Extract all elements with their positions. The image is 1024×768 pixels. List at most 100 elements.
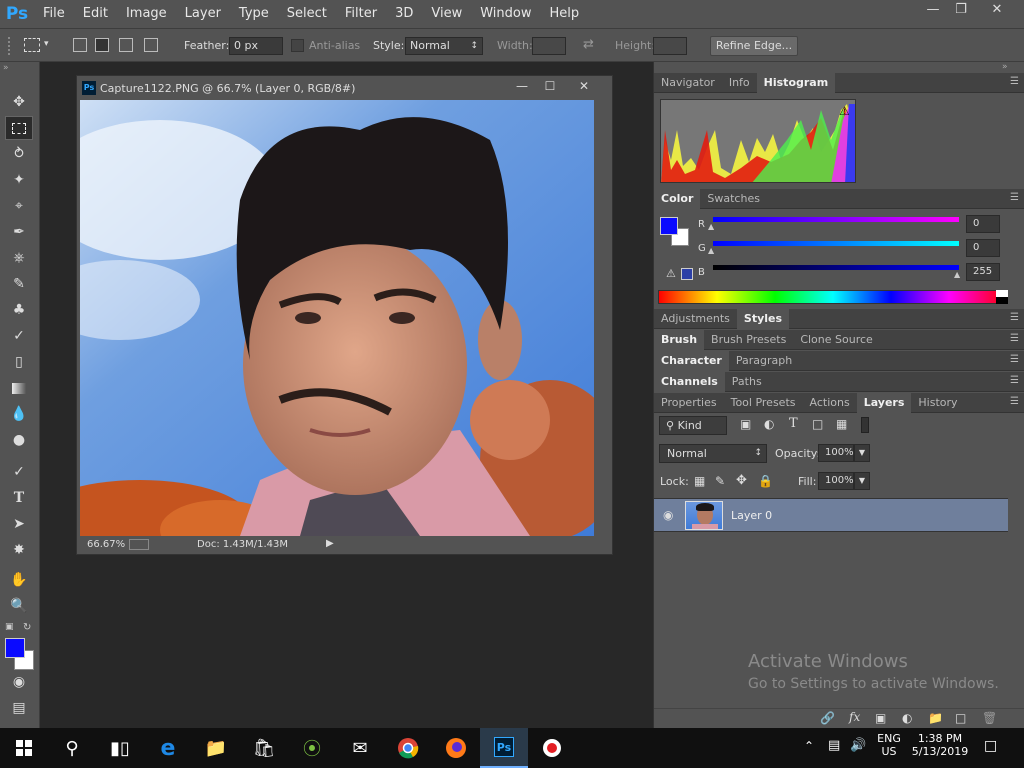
r-slider[interactable] [713, 217, 959, 222]
eyedropper-icon[interactable]: ✒ [5, 220, 33, 244]
doc-close-icon[interactable]: ✕ [573, 79, 595, 97]
menu-file[interactable]: File [34, 0, 74, 28]
zoom-level[interactable]: 66.67% [87, 539, 125, 550]
chevron-down-icon[interactable]: ▾ [44, 39, 49, 49]
task-view-icon[interactable]: ▮▯ [96, 728, 144, 768]
intersect-selection-icon[interactable] [144, 38, 158, 52]
lock-pixels-icon[interactable]: ✎ [715, 474, 725, 488]
recorder-icon[interactable] [528, 728, 576, 768]
volume-icon[interactable]: 🔊 [850, 738, 866, 753]
panel-menu-icon[interactable]: ☰ [1010, 312, 1019, 323]
mail-icon[interactable]: ✉ [336, 728, 384, 768]
menu-3d[interactable]: 3D [386, 0, 422, 28]
lock-position-icon[interactable]: ✥ [736, 473, 747, 488]
tab-actions[interactable]: Actions [803, 393, 857, 413]
restore-icon[interactable]: ❐ [944, 0, 978, 22]
tab-clone-source[interactable]: Clone Source [793, 330, 879, 350]
language-indicator[interactable]: ENG US [877, 732, 901, 758]
shape-filter-icon[interactable]: □ [812, 417, 823, 431]
subtract-selection-icon[interactable] [119, 38, 133, 52]
menu-layer[interactable]: Layer [176, 0, 230, 28]
b-slider-handle-icon[interactable]: ▲ [954, 270, 960, 279]
lock-all-icon[interactable]: 🔒 [758, 474, 773, 488]
tab-adjustments[interactable]: Adjustments [654, 309, 737, 329]
new-layer-icon[interactable]: □ [955, 711, 966, 725]
link-layers-icon[interactable]: 🔗 [820, 711, 835, 725]
path-selection-icon[interactable]: ➤ [5, 512, 33, 536]
opacity-value[interactable]: 100% [818, 444, 854, 462]
g-value[interactable]: 0 [966, 239, 1000, 257]
magic-wand-icon[interactable]: ✦ [5, 168, 33, 192]
new-group-icon[interactable]: 📁 [928, 711, 943, 725]
r-slider-handle-icon[interactable]: ▲ [708, 222, 714, 231]
move-tool-icon[interactable]: ✥ [5, 90, 33, 114]
tab-history[interactable]: History [911, 393, 964, 413]
type-filter-icon[interactable]: T [789, 416, 798, 431]
color-spectrum-bar[interactable] [658, 290, 1008, 304]
fill-dropdown-icon[interactable]: ▼ [854, 472, 870, 490]
menu-filter[interactable]: Filter [336, 0, 386, 28]
fill-value[interactable]: 100% [818, 472, 854, 490]
filter-toggle[interactable] [861, 417, 869, 433]
tab-properties[interactable]: Properties [654, 393, 724, 413]
gradient-tool-icon[interactable] [5, 376, 33, 400]
panel-menu-icon[interactable]: ☰ [1010, 354, 1019, 365]
antialias-checkbox[interactable] [291, 39, 304, 52]
delete-layer-icon[interactable]: 🗑 [982, 711, 997, 725]
store-icon[interactable]: 🛍 [240, 728, 288, 768]
color-fg-swatch[interactable] [660, 217, 678, 235]
width-input[interactable] [532, 37, 566, 55]
tab-channels[interactable]: Channels [654, 371, 725, 392]
r-value[interactable]: 0 [966, 215, 1000, 233]
dodge-tool-icon[interactable]: ● [5, 428, 33, 452]
gamut-swatch[interactable] [681, 268, 693, 280]
collapse-icon[interactable]: » [3, 63, 9, 73]
b-value[interactable]: 255 [966, 263, 1000, 281]
clock[interactable]: 1:38 PM 5/13/2019 [910, 732, 970, 758]
marquee-tool-icon[interactable] [5, 116, 33, 140]
edge-browser-icon[interactable]: e [144, 728, 192, 768]
firefox-icon[interactable] [432, 728, 480, 768]
tab-navigator[interactable]: Navigator [654, 73, 722, 93]
healing-brush-icon[interactable]: ⎈ [5, 246, 33, 270]
smart-filter-icon[interactable]: ▦ [836, 417, 847, 431]
zoom-tool-icon[interactable]: 🔍 [5, 594, 33, 618]
lasso-tool-icon[interactable]: ⥁ [5, 142, 33, 166]
clone-stamp-icon[interactable]: ♣ [5, 298, 33, 322]
swap-colors-icon[interactable]: ↻ [23, 622, 31, 633]
b-slider[interactable] [713, 265, 959, 270]
foreground-color-swatch[interactable] [5, 638, 25, 658]
panel-menu-icon[interactable]: ☰ [1010, 192, 1019, 203]
windows-start-icon[interactable] [0, 728, 48, 768]
menu-image[interactable]: Image [117, 0, 176, 28]
menu-edit[interactable]: Edit [74, 0, 117, 28]
shape-tool-icon[interactable]: ✸ [5, 538, 33, 562]
adjustment-layer-icon[interactable]: ◐ [902, 711, 912, 725]
blur-tool-icon[interactable]: 💧 [5, 402, 33, 426]
tab-info[interactable]: Info [722, 73, 757, 93]
visibility-eye-icon[interactable]: ◉ [663, 508, 673, 522]
tab-styles[interactable]: Styles [736, 308, 790, 329]
black-white-swatch[interactable] [996, 290, 1008, 304]
chevron-up-icon[interactable]: ⌃ [804, 739, 814, 753]
crop-tool-icon[interactable]: ⌖ [5, 194, 33, 218]
type-tool-icon[interactable]: T [5, 486, 33, 510]
search-icon[interactable]: ⚲ [48, 728, 96, 768]
default-colors-icon[interactable]: ▣ [5, 622, 14, 632]
tab-layers[interactable]: Layers [856, 392, 912, 413]
green-app-icon[interactable]: ⦿ [288, 728, 336, 768]
history-brush-icon[interactable]: ✓ [5, 324, 33, 348]
doc-minimize-icon[interactable]: — [511, 79, 533, 97]
kind-filter-select[interactable]: ⚲ Kind [659, 416, 727, 435]
status-menu-arrow-icon[interactable]: ▶ [326, 538, 334, 549]
tab-brush[interactable]: Brush [654, 329, 705, 350]
add-selection-icon[interactable] [95, 38, 109, 52]
g-slider-handle-icon[interactable]: ▲ [708, 246, 714, 255]
swap-icon[interactable]: ⇄ [583, 37, 594, 52]
eraser-tool-icon[interactable]: ▯ [5, 350, 33, 374]
feather-input[interactable]: 0 px [229, 37, 283, 55]
menu-help[interactable]: Help [541, 0, 589, 28]
menu-type[interactable]: Type [230, 0, 278, 28]
brush-tool-icon[interactable]: ✎ [5, 272, 33, 296]
menu-view[interactable]: View [422, 0, 471, 28]
